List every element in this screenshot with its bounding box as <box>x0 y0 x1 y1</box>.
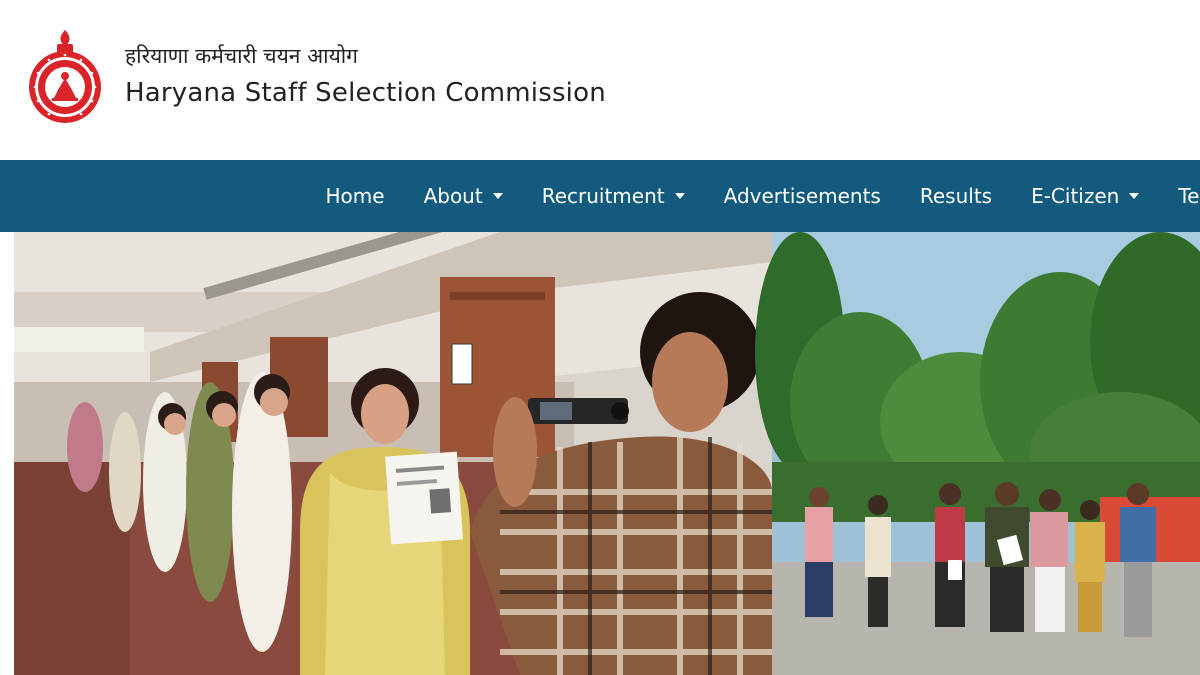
nav-item-results[interactable]: Results <box>900 184 1011 208</box>
nav-item-label: E-Citizen <box>1031 184 1120 208</box>
nav-item-ter[interactable]: Ter <box>1159 184 1200 208</box>
chevron-down-icon <box>1129 193 1140 199</box>
candidates-queue-verification-photo <box>14 232 772 675</box>
site-header: हरियाणा कर्मचारी चयन आयोग Haryana Staff … <box>0 0 1200 160</box>
nav-item-label: Recruitment <box>541 184 665 208</box>
nav-item-advertisements[interactable]: Advertisements <box>704 184 900 208</box>
main-navbar: Home About Recruitment Advertisements Re… <box>0 160 1200 232</box>
nav-list: Home About Recruitment Advertisements Re… <box>306 160 1200 232</box>
nav-item-label: About <box>423 184 483 208</box>
candidates-outdoor-queue-photo <box>755 232 1200 675</box>
chevron-down-icon <box>492 193 503 199</box>
nav-item-about[interactable]: About <box>404 184 522 208</box>
haryana-emblem-icon[interactable] <box>26 28 104 124</box>
nav-item-home[interactable]: Home <box>306 184 404 208</box>
nav-item-recruitment[interactable]: Recruitment <box>522 184 704 208</box>
nav-item-label: Home <box>325 184 385 208</box>
nav-item-label: Results <box>919 184 993 208</box>
nav-item-label: Ter <box>1178 184 1200 208</box>
site-title-hindi: हरियाणा कर्मचारी चयन आयोग <box>125 44 359 68</box>
chevron-down-icon <box>674 193 685 199</box>
nav-item-e-citizen[interactable]: E-Citizen <box>1012 184 1159 208</box>
hero-banner <box>0 232 1200 675</box>
nav-item-label: Advertisements <box>723 184 881 208</box>
site-title-english: Haryana Staff Selection Commission <box>125 78 606 108</box>
